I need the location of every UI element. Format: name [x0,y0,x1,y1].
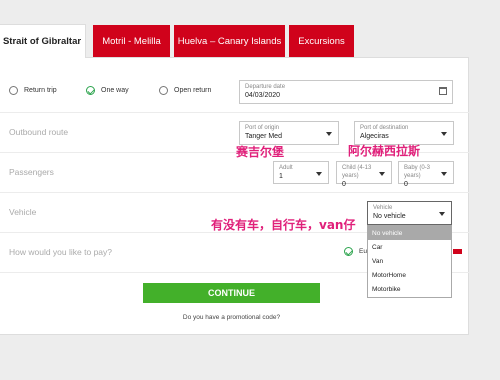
radio-checked-icon [86,86,95,95]
promo-code-link[interactable]: Do you have a promotional code? [0,314,463,321]
radio-circle-icon [159,86,168,95]
field-value: Tanger Med [245,133,282,140]
radio-return-trip[interactable]: Return trip [9,86,57,95]
vehicle-option[interactable]: MotorHome [368,268,451,282]
vehicle-option[interactable]: Van [368,254,451,268]
chevron-down-icon [441,132,447,136]
chevron-down-icon [441,172,447,176]
child-select[interactable]: Child (4-13 years) 0 [336,161,392,188]
tab-excursions[interactable]: Excursions [289,25,354,57]
radio-checked-icon [344,247,353,256]
chevron-down-icon [316,172,322,176]
origin-annotation: 赛吉尔堡 [236,145,285,159]
vehicle-label: Vehicle [9,207,37,217]
tab-huelva-canary-islands[interactable]: Huelva – Canary Islands [174,25,285,57]
vehicle-select[interactable]: Vehicle No vehicle [367,201,452,225]
departure-date-field[interactable]: Departure date 04/03/2020 [239,80,453,104]
field-label: Vehicle [373,205,393,211]
payment-brand-mark [453,249,462,254]
radio-circle-icon [9,86,18,95]
baby-select[interactable]: Baby (0-3 years) 0 [398,161,454,188]
outbound-route-label: Outbound route [9,127,69,137]
payment-label: How would you like to pay? [9,247,113,257]
field-value: 0 [404,181,408,188]
passengers-label: Passengers [9,167,54,177]
field-label: Port of destination [360,125,409,131]
radio-one-way[interactable]: One way [86,86,129,95]
row-divider [0,112,469,113]
payment-option-label: Eu [359,248,367,255]
field-value: Algeciras [360,133,389,140]
vehicle-option[interactable]: Motorbike [368,282,451,296]
chevron-down-icon [326,132,332,136]
radio-label: One way [101,87,129,94]
vehicle-annotation: 有没有车，自行车，van仔 [211,218,356,232]
calendar-icon[interactable] [439,87,447,95]
radio-label: Return trip [24,87,57,94]
continue-button[interactable]: CONTINUE [143,283,320,303]
vehicle-options-list: No vehicle Car Van MotorHome Motorbike [367,225,452,298]
field-value: 04/03/2020 [245,92,281,99]
field-value: No vehicle [373,213,406,220]
adult-select[interactable]: Adult 1 [273,161,329,184]
booking-page: Strait of Gibraltar Motril - Melilla Hue… [0,0,500,380]
promo-code-text[interactable]: Do you have a promotional code? [183,314,280,321]
row-divider [0,192,469,193]
chevron-down-icon [439,212,445,216]
tab-motril-melilla[interactable]: Motril - Melilla [93,25,170,57]
port-of-origin-select[interactable]: Port of origin Tanger Med [239,121,339,145]
payment-option[interactable]: Eu [344,247,367,256]
vehicle-option[interactable]: Car [368,240,451,254]
chevron-down-icon [379,172,385,176]
field-value: 0 [342,181,346,188]
destination-annotation: 阿尔赫西拉斯 [348,144,421,158]
tab-strait-of-gibraltar[interactable]: Strait of Gibraltar [0,24,86,58]
radio-label: Open return [174,87,212,94]
field-label: Departure date [245,84,286,90]
vehicle-option[interactable]: No vehicle [368,226,451,240]
field-label: Adult [279,165,293,171]
radio-open-return[interactable]: Open return [159,86,211,95]
field-label: Port of origin [245,125,280,131]
